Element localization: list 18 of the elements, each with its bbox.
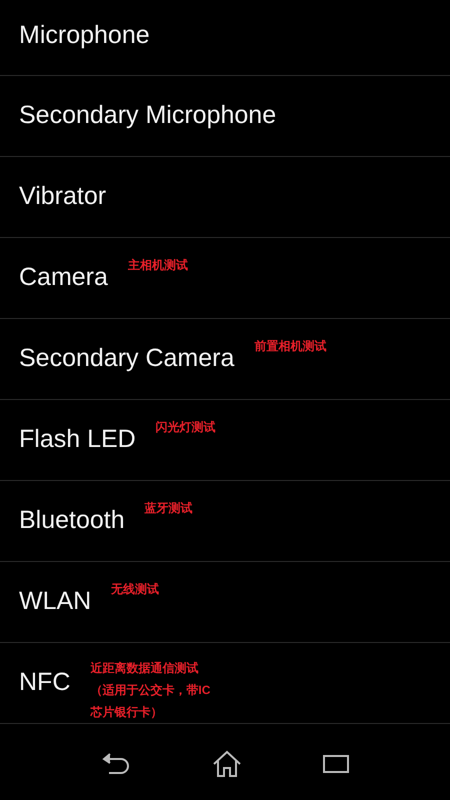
annotation-note: 闪光灯测试: [156, 419, 216, 436]
annotation-note: 蓝牙测试: [144, 500, 193, 517]
list-item[interactable]: NFC: [19, 664, 70, 702]
list-item[interactable]: Camera: [19, 259, 108, 297]
list-item[interactable]: WLAN: [19, 583, 92, 621]
annotation-note: 无线测试: [111, 581, 160, 598]
list-item[interactable]: Microphone: [19, 17, 150, 55]
list-item[interactable]: Bluetooth: [19, 502, 125, 540]
list-item[interactable]: Vibrator: [19, 178, 106, 216]
list-item[interactable]: Flash LED: [19, 421, 136, 459]
recent-apps-icon[interactable]: [323, 753, 350, 775]
list-item[interactable]: Secondary Camera: [19, 340, 234, 378]
annotation-note: 近距离数据通信测试（适用于公交卡，带IC芯片银行卡）: [90, 660, 212, 721]
back-icon[interactable]: [100, 753, 131, 775]
home-icon[interactable]: [212, 750, 242, 778]
list-item[interactable]: Secondary Microphone: [19, 97, 276, 135]
annotation-note: 主相机测试: [128, 257, 188, 274]
annotation-note: 前置相机测试: [254, 338, 326, 355]
